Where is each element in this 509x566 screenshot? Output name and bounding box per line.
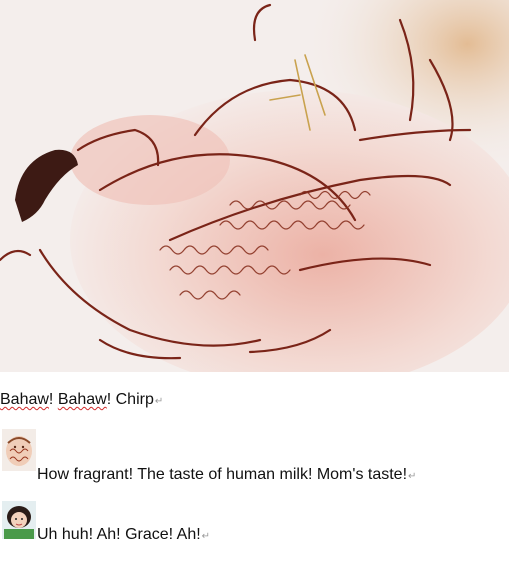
baby-sketch-avatar-icon — [2, 429, 36, 471]
girl-photo-avatar-icon — [2, 501, 36, 539]
misspelled-word: Bahaw — [0, 391, 49, 408]
line-text: How fragrant! The taste of human milk! M… — [37, 466, 408, 483]
line-text: Uh huh! Ah! Grace! Ah! — [37, 526, 201, 543]
paragraph-mark-icon: ↵ — [408, 471, 417, 482]
illustration — [0, 0, 509, 372]
text-line-3: Uh huh! Ah! Grace! Ah!↵ — [37, 525, 210, 547]
paragraph-mark-icon: ↵ — [201, 531, 211, 542]
punctuation: ! — [48, 391, 58, 408]
text-line-1: Bahaw! Bahaw! Chirp↵ — [0, 390, 163, 412]
text-tail: ! Chirp — [106, 391, 154, 408]
misspelled-word: Bahaw — [57, 391, 107, 408]
text-line-2: How fragrant! The taste of human milk! M… — [37, 465, 416, 487]
paragraph-mark-icon: ↵ — [154, 396, 164, 407]
